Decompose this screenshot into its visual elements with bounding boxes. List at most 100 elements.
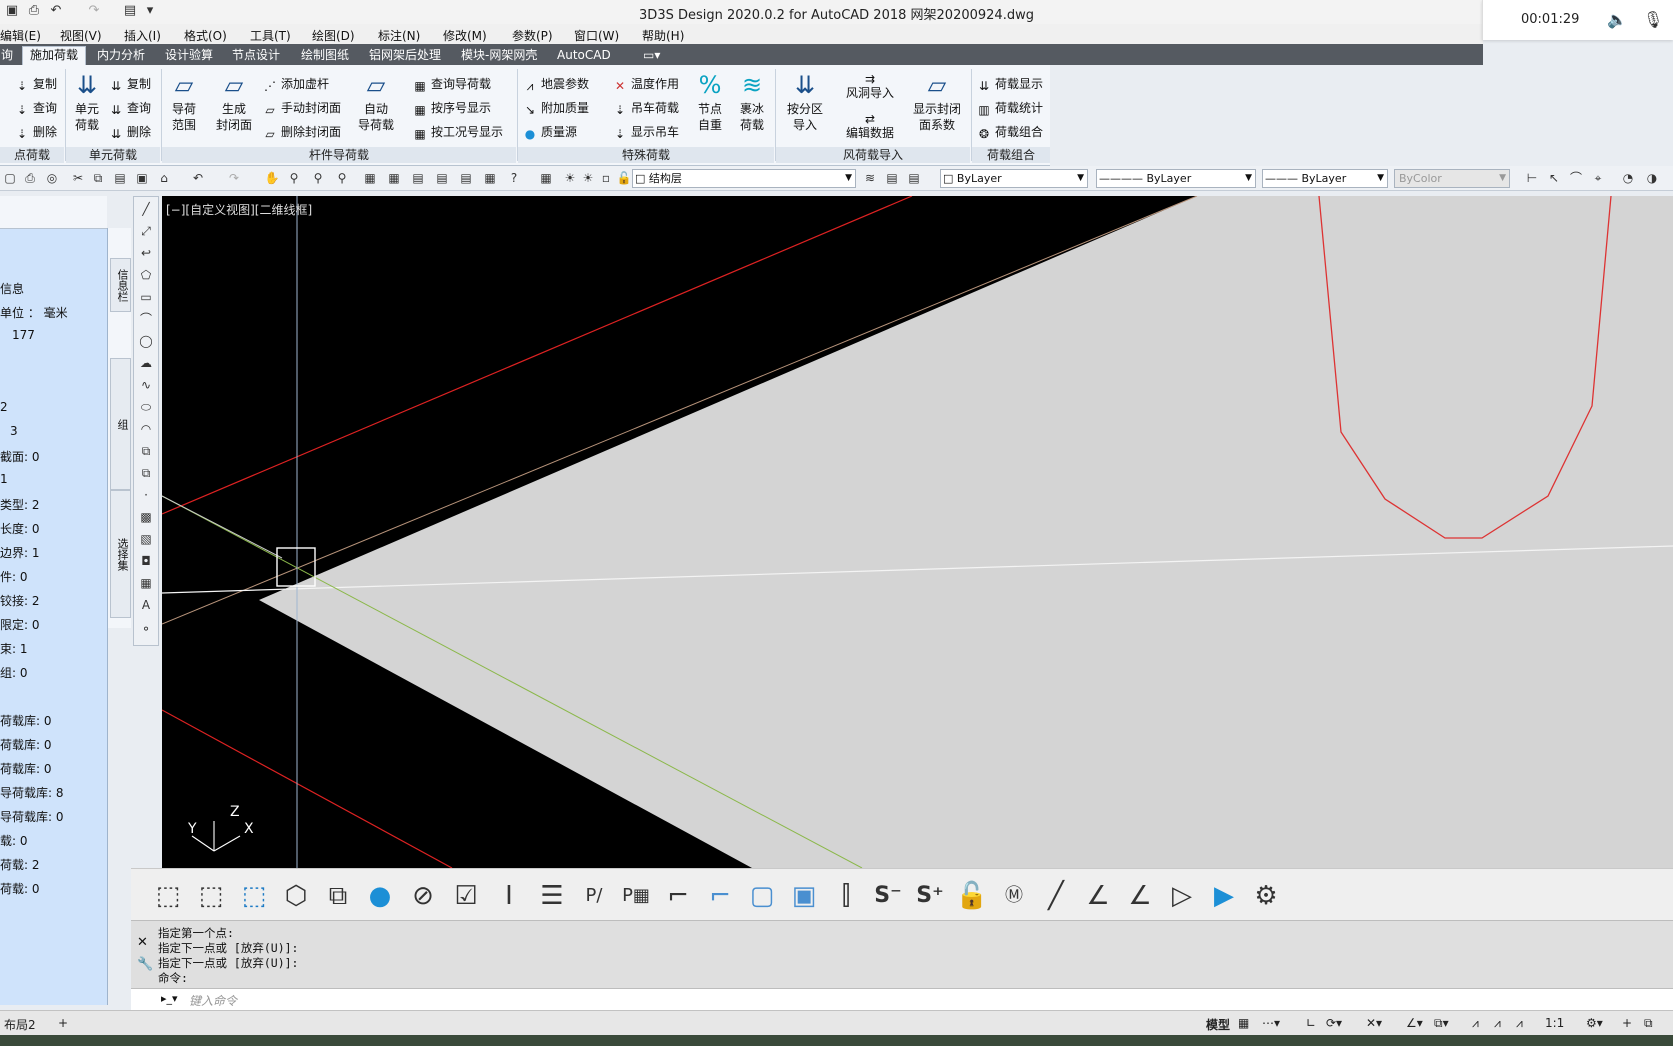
check-icon[interactable]: ☑ [449, 879, 483, 913]
tab-query[interactable]: 询 [0, 47, 20, 63]
dim-linear-icon[interactable]: ⊢ [1524, 170, 1540, 186]
panel-outline-icon[interactable]: ▢ [745, 879, 779, 913]
design-center-icon[interactable]: ▦ [386, 170, 402, 186]
import-by-zone-button[interactable]: ⇊ 按分区 导入 [780, 71, 830, 133]
mass-source-button[interactable]: ● 质量源 [522, 123, 577, 141]
manual-closed-face-button[interactable]: ▱ 手动封闭面 [262, 99, 341, 117]
sheet-icon[interactable]: ▤ [434, 170, 450, 186]
tab-autocad[interactable]: AutoCAD [550, 47, 618, 63]
layer-select[interactable]: □ 结构层 ▼ [632, 169, 856, 188]
scale-value[interactable]: 1:1 [1545, 1016, 1564, 1030]
palette-icon[interactable]: ▤ [410, 170, 426, 186]
section-icon[interactable]: ⌐ [661, 879, 695, 913]
viewport-label[interactable]: [−][自定义视图][二维线框] [166, 201, 312, 218]
crane-load-button[interactable]: ⇣ 吊车荷载 [612, 99, 679, 117]
copy-icon[interactable]: ⧉ [90, 170, 106, 186]
zoom-icon[interactable]: ⚲ [286, 170, 302, 186]
menu-params[interactable]: 参数(P) [512, 27, 553, 44]
menu-tools[interactable]: 工具(T) [250, 27, 291, 44]
calc-icon[interactable]: ▦ [482, 170, 498, 186]
ellipse-arc-icon[interactable]: ◠ [138, 421, 154, 437]
close-icon[interactable]: ✕ [137, 935, 148, 950]
measure-min-icon[interactable]: ∠ [1123, 879, 1157, 913]
gear-icon[interactable]: ⚙ [1249, 879, 1283, 913]
dim-aligned-icon[interactable]: ↖ [1546, 170, 1562, 186]
m-panel-icon[interactable]: Ⓜ [997, 879, 1031, 913]
drawing-viewport[interactable]: Z Y X [162, 196, 1673, 868]
pan-icon[interactable]: ✋ [264, 170, 280, 186]
dim-arc-icon[interactable]: ⌒ [1568, 170, 1584, 186]
redo-icon[interactable]: ↷ [226, 170, 242, 186]
show-by-case-button[interactable]: ▦ 按工况号显示 [412, 123, 503, 141]
help-icon[interactable]: ? [506, 170, 522, 186]
panel-filled-icon[interactable]: ▣ [787, 879, 821, 913]
node-delete-button[interactable]: ⇣ 删除 [14, 123, 57, 141]
node-query-button[interactable]: ⇣ 查询 [14, 99, 57, 117]
layer-lock-icon[interactable]: 🔓 [616, 170, 632, 186]
line-icon[interactable]: ╱ [138, 201, 154, 217]
properties-icon[interactable]: ▦ [362, 170, 378, 186]
open-icon[interactable]: ▢ [2, 170, 18, 186]
measure-line-icon[interactable]: ╱ [1039, 879, 1073, 913]
construction-line-icon[interactable]: ⤢ [138, 223, 154, 239]
menu-draw[interactable]: 绘图(D) [312, 27, 355, 44]
node-selfweight-button[interactable]: % 节点 自重 [690, 71, 730, 133]
layer-vp-icon[interactable]: ▫ [598, 170, 614, 186]
polar-icon[interactable]: ⟳▾ [1326, 1016, 1342, 1030]
layout-tab[interactable]: 布局2 [4, 1016, 36, 1033]
osnap-icon[interactable]: ✕▾ [1366, 1016, 1382, 1030]
zoom-prev-icon[interactable]: ⚲ [334, 170, 350, 186]
hatch-icon[interactable]: ▩ [138, 509, 154, 525]
play-blue-icon[interactable]: ▶ [1207, 879, 1241, 913]
add-virtual-member-button[interactable]: ⋰ 添加虚杆 [262, 75, 329, 93]
paste-icon[interactable]: ▤ [112, 170, 128, 186]
gradient-icon[interactable]: ▧ [138, 531, 154, 547]
text-icon[interactable]: A [138, 597, 154, 613]
plus-icon[interactable]: + [1622, 1016, 1632, 1030]
section-select-icon[interactable]: ⌐ [703, 879, 737, 913]
region-icon[interactable]: ◘ [138, 553, 154, 569]
make-current-icon[interactable]: ≋ [862, 170, 878, 186]
tab-drawings[interactable]: 绘制图纸 [294, 47, 356, 63]
preview-icon[interactable]: ◎ [44, 170, 60, 186]
show-crane-button[interactable]: ⇣ 显示吊车 [612, 123, 679, 141]
s-minus-icon[interactable]: S⁻ [871, 879, 905, 913]
layer-on-icon[interactable]: ☀ [562, 170, 578, 186]
polyline-icon[interactable]: ↩ [138, 245, 154, 261]
block-icon[interactable]: ⌂ [156, 170, 172, 186]
layer-state-icon[interactable]: ▤ [906, 170, 922, 186]
match-icon[interactable]: ▣ [134, 170, 150, 186]
print-icon[interactable]: ⎙ [22, 170, 38, 186]
speaker-icon[interactable]: 🔈 [1607, 10, 1627, 29]
polygon-icon[interactable]: ⬠ [138, 267, 154, 283]
wrench-icon[interactable]: 🔧 [137, 957, 153, 972]
markup-icon[interactable]: ▤ [458, 170, 474, 186]
cut-icon[interactable]: ✂ [70, 170, 86, 186]
p-panel-icon[interactable]: P▦ [619, 879, 653, 913]
temperature-button[interactable]: ✕ 温度作用 [612, 75, 679, 93]
insert-block-icon[interactable]: ⧉ [138, 443, 154, 459]
plotstyle-select[interactable]: ByColor ▼ [1394, 169, 1510, 188]
zoom-window-icon[interactable]: ⚲ [310, 170, 326, 186]
unit-delete-button[interactable]: ⇊ 删除 [108, 123, 151, 141]
cube-blue-icon[interactable]: ⬚ [237, 879, 271, 913]
cube-icon[interactable]: ⬚ [194, 879, 228, 913]
tab-group[interactable]: 组 [110, 358, 131, 490]
split-icon[interactable]: ⫿ [829, 879, 863, 913]
show-face-coef-button[interactable]: ▱ 显示封闭 面系数 [906, 71, 968, 133]
measure-angle-icon[interactable]: ∠ [1081, 879, 1115, 913]
tab-alu-post[interactable]: 铝网架后处理 [362, 47, 448, 63]
load-combination-button[interactable]: ❂ 荷载组合 [976, 123, 1043, 141]
tab-overflow-icon[interactable]: ▭▾ [636, 47, 667, 63]
gen-closed-face-button[interactable]: ▱ 生成 封闭面 [210, 71, 258, 133]
point-icon[interactable]: · [138, 487, 154, 503]
undo-icon[interactable]: ↶ [190, 170, 206, 186]
layers-icon[interactable]: ☰ [535, 879, 569, 913]
tab-apply-load[interactable]: 施加荷载 [22, 46, 87, 66]
snap-icon[interactable]: ⋯▾ [1262, 1016, 1280, 1030]
show-by-seq-button[interactable]: ▦ 按序号显示 [412, 99, 491, 117]
grid-icon[interactable]: ▦ [1238, 1016, 1249, 1030]
menu-insert[interactable]: 插入(I) [124, 27, 161, 44]
add-layout-icon[interactable]: + [58, 1016, 68, 1030]
table-icon[interactable]: ▦ [138, 575, 154, 591]
